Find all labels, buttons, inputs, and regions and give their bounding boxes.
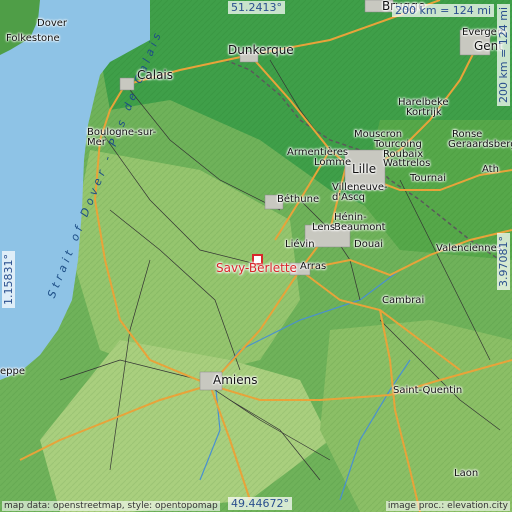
place-dunkerque: Dunkerque <box>228 43 294 57</box>
place-wattrelos: Wattrelos <box>383 158 431 169</box>
place-kortrijk: Kortrijk <box>406 107 442 118</box>
place-douai: Douai <box>354 239 384 250</box>
place-saint-quentin: Saint-Quentin <box>393 385 463 396</box>
place-cambrai: Cambrai <box>382 295 425 306</box>
place-arras: Arras <box>300 261 327 272</box>
place-valenciennes: Valenciennes <box>436 243 502 254</box>
place-lille: Lille <box>352 162 377 176</box>
place-dieppe: eppe <box>0 366 25 377</box>
scale-right: 200 km = 124 mi <box>497 3 510 106</box>
place-geraardsbergen: Geraardsbergen <box>448 139 512 150</box>
place-laon: Laon <box>454 468 479 479</box>
coord-west: 1.15831° <box>2 251 15 308</box>
coord-south: 49.44672° <box>228 497 292 510</box>
attribution-left: map data: openstreetmap, style: opentopo… <box>2 501 220 511</box>
target-place-label: Savy-Berlette <box>216 261 297 275</box>
place-boulogne: Boulogne-sur- Mer <box>87 127 157 148</box>
place-folkestone: Folkestone <box>6 33 60 44</box>
coord-north: 51.2413° <box>228 1 285 14</box>
place-lievin: Liévin <box>285 239 315 250</box>
place-lens: Lens <box>312 222 336 233</box>
map-view[interactable]: Strait of Dover - Pas de Calais Dover Fo… <box>0 0 512 512</box>
place-lomme: Lomme <box>314 157 352 168</box>
attribution-right: image proc.: elevation.city <box>385 501 510 511</box>
place-tournai: Tournai <box>410 173 447 184</box>
place-amiens: Amiens <box>213 373 258 387</box>
place-villeneuve: Villeneuve- d'Ascq <box>332 182 388 203</box>
scale-top: 200 km = 124 mi <box>392 4 495 17</box>
place-ath: Ath <box>482 164 499 175</box>
place-calais: Calais <box>137 68 174 82</box>
coord-east: 3.97081° <box>497 233 510 290</box>
place-bethune: Béthune <box>277 194 320 205</box>
place-dover: Dover <box>37 18 67 29</box>
place-henin: Hénin- Beaumont <box>334 212 386 233</box>
